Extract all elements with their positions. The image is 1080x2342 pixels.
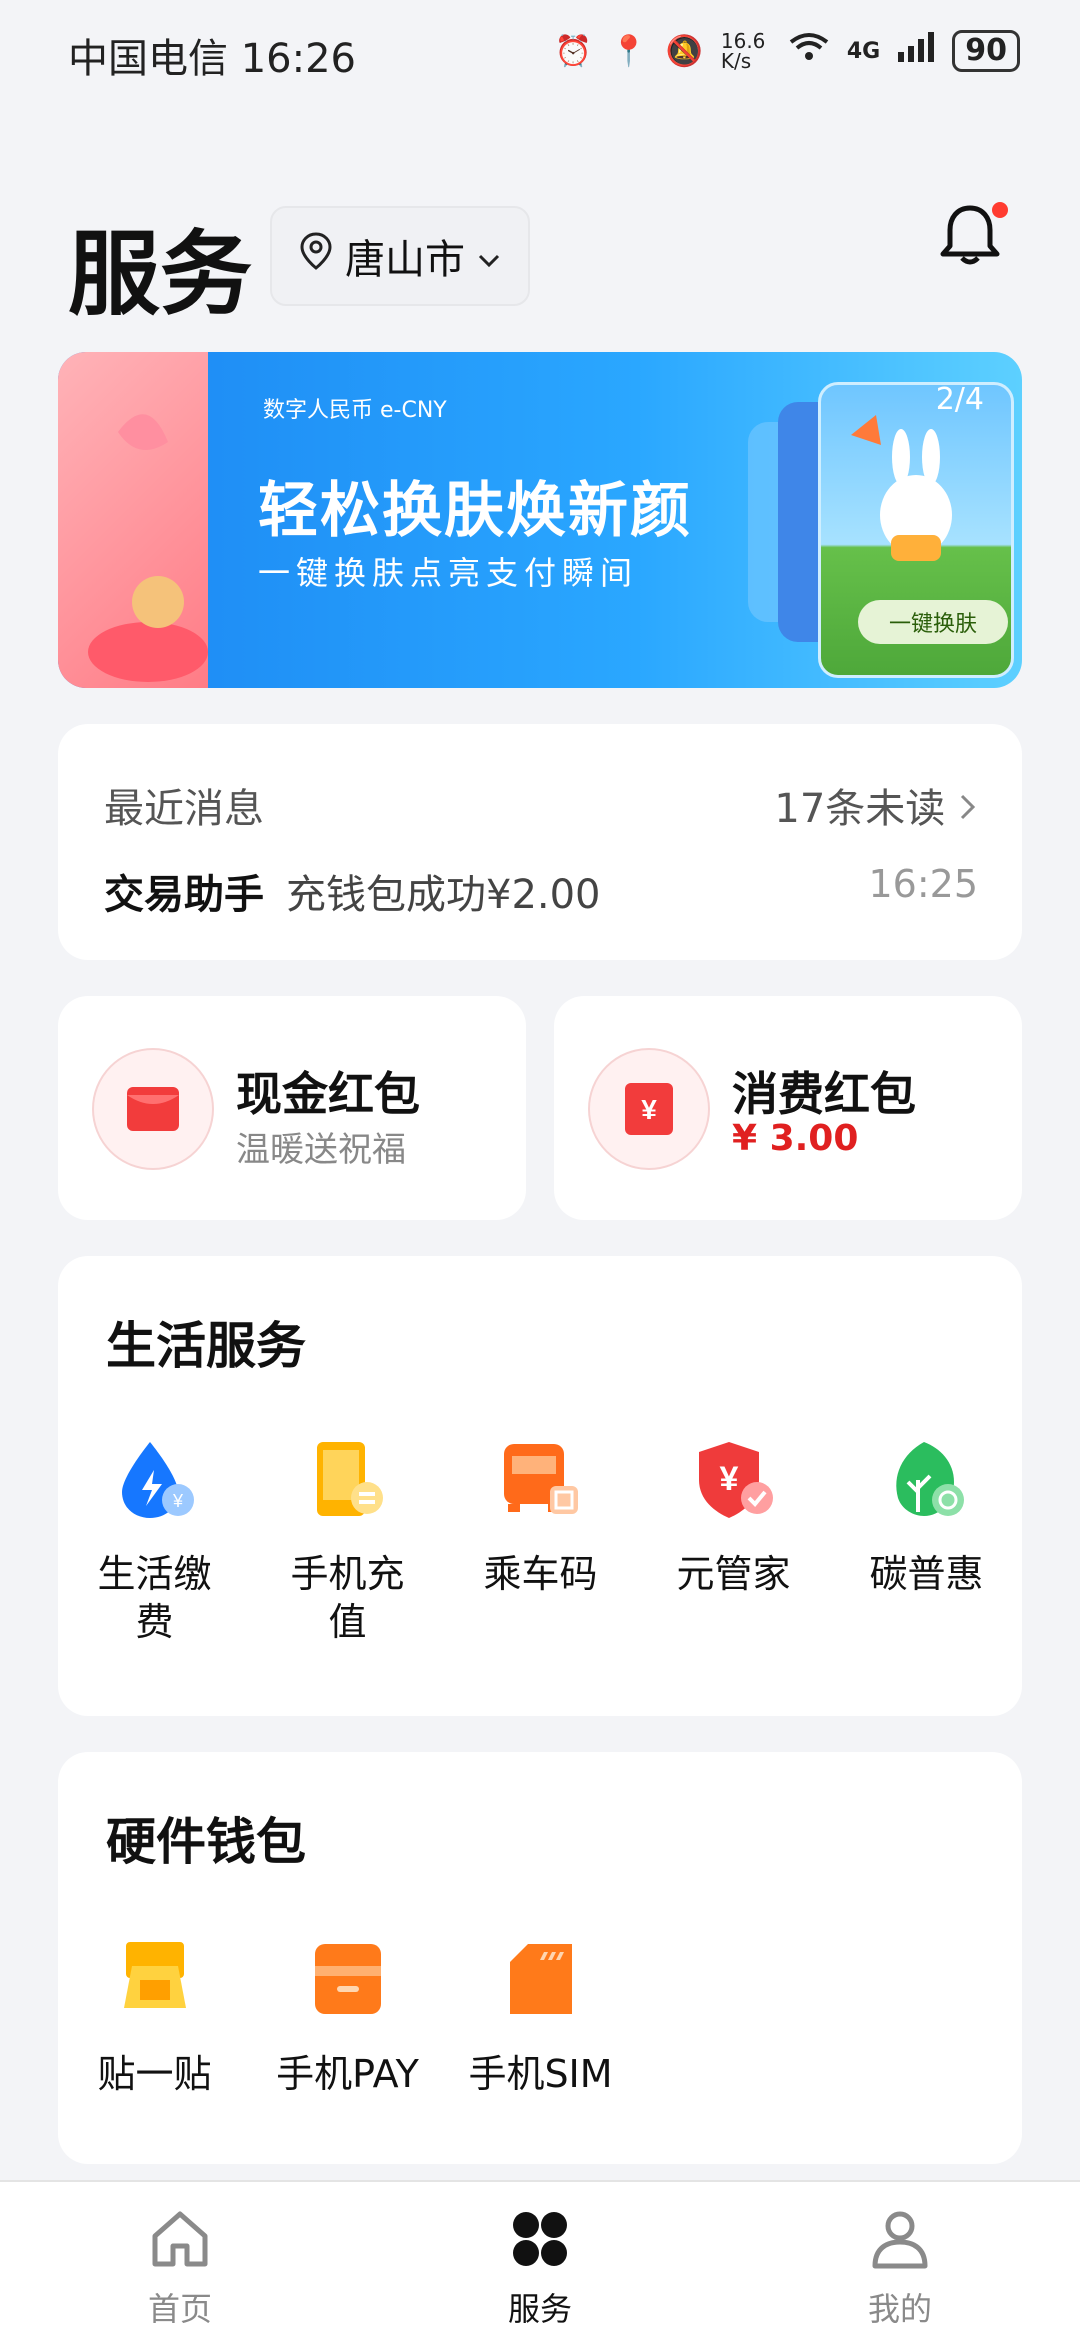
previous-banner-peek [58, 352, 208, 688]
service-bus-code[interactable]: 乘车码 [444, 1436, 637, 1646]
home-icon [147, 2206, 213, 2276]
carbon-leaf-icon [884, 1436, 970, 1522]
net-speed: 16.6 K/s [720, 29, 766, 73]
cash-red-packet-subtitle: 温暖送祝福 [236, 1130, 406, 1170]
tab-home[interactable]: 首页 [80, 2206, 280, 2330]
alarm-icon: ⏰ [554, 33, 593, 69]
recent-messages-card[interactable]: 最近消息 17条未读 交易助手 充钱包成功¥2.00 16:25 [58, 724, 1022, 960]
city-name: 唐山市 [345, 237, 465, 283]
red-envelope-icon [92, 1048, 214, 1170]
profile-icon [867, 2206, 933, 2276]
message-time: 16:25 [868, 862, 978, 906]
wallet-tap-pay[interactable]: 贴一贴 [58, 1936, 251, 2098]
chevron-right-icon [958, 786, 978, 832]
tab-profile[interactable]: 我的 [800, 2206, 1000, 2330]
carrier-time: 中国电信 16:26 [68, 36, 356, 82]
status-bar: 中国电信 16:26 ⏰ 📍 🔕 16.6 K/s 4G 90 [0, 0, 1080, 100]
banner-pager: 2/4 [935, 382, 984, 417]
cash-red-packet-card[interactable]: 现金红包 温暖送祝福 [58, 996, 526, 1220]
yuan-coupon-icon: ¥ [588, 1048, 710, 1170]
mute-icon: 🔕 [665, 33, 703, 69]
phone-recharge-icon [305, 1436, 391, 1522]
svg-text:¥: ¥ [171, 1491, 183, 1511]
banner-subline: 一键换肤点亮支付瞬间 [258, 554, 639, 592]
bus-code-icon [498, 1436, 584, 1522]
hardware-wallet-section: 硬件钱包 贴一贴 手机PAY 手机SIM [58, 1752, 1022, 2164]
service-yuan-manager[interactable]: ¥ 元管家 [637, 1436, 830, 1646]
banner-headline: 轻松换肤焕新颜 [258, 476, 692, 546]
message-sender: 交易助手 [104, 872, 264, 918]
promo-banner[interactable]: 数字人民币 e-CNY 轻松换肤焕新颜 一键换肤点亮支付瞬间 2/4 一键换肤 [58, 352, 1022, 688]
wifi-icon [789, 32, 829, 70]
battery-indicator: 90 [952, 30, 1020, 72]
services-grid-icon [507, 2206, 573, 2276]
svg-text:¥: ¥ [719, 1460, 738, 1498]
utility-payment-icon: ¥ [112, 1436, 198, 1522]
service-utility-payment[interactable]: ¥ 生活缴费 [58, 1436, 251, 1646]
life-services-section: 生活服务 ¥ 生活缴费 手机充值 乘车码 ¥ 元管家 碳普惠 [58, 1256, 1022, 1716]
status-icons: ⏰ 📍 🔕 16.6 K/s 4G 90 [555, 30, 1020, 72]
tap-pay-icon [112, 1936, 198, 2022]
consume-red-packet-title: 消费红包 [732, 1067, 916, 1121]
signal-4g: 4G [846, 38, 881, 64]
rabbit-illustration-icon [851, 415, 952, 561]
svg-text:¥: ¥ [641, 1094, 657, 1125]
tab-services[interactable]: 服务 [440, 2206, 640, 2330]
location-pin-icon [299, 232, 333, 280]
hardware-wallet-title: 硬件钱包 [106, 1813, 306, 1871]
phone-pay-icon [305, 1936, 391, 2022]
consume-red-packet-card[interactable]: ¥ 消费红包 ¥ 3.00 [554, 996, 1022, 1220]
wallet-phone-sim[interactable]: 手机SIM [444, 1936, 637, 2098]
messages-label: 最近消息 [104, 786, 264, 832]
page-title: 服务 [68, 221, 253, 328]
unread-count-link[interactable]: 17条未读 [774, 776, 978, 834]
notification-badge [992, 202, 1008, 218]
yuan-manager-icon: ¥ [691, 1436, 777, 1522]
location-icon: 📍 [610, 33, 648, 69]
chevron-down-icon [477, 233, 501, 279]
life-services-title: 生活服务 [106, 1317, 306, 1375]
one-click-skin-button[interactable]: 一键换肤 [858, 600, 1008, 644]
sim-card-icon [498, 1936, 584, 2022]
city-selector[interactable]: 唐山市 [270, 206, 530, 306]
message-content: 充钱包成功¥2.00 [286, 872, 601, 918]
bottom-tab-bar: 首页 服务 我的 [0, 2180, 1080, 2342]
service-phone-recharge[interactable]: 手机充值 [251, 1436, 444, 1646]
wallet-phone-pay[interactable]: 手机PAY [251, 1936, 444, 2098]
signal-bars-icon [898, 32, 935, 70]
service-carbon-benefit[interactable]: 碳普惠 [830, 1436, 1023, 1646]
consume-red-packet-amount: ¥ 3.00 [732, 1118, 859, 1159]
ecny-logo: 数字人民币 e-CNY [263, 398, 447, 423]
cash-red-packet-title: 现金红包 [236, 1067, 420, 1121]
